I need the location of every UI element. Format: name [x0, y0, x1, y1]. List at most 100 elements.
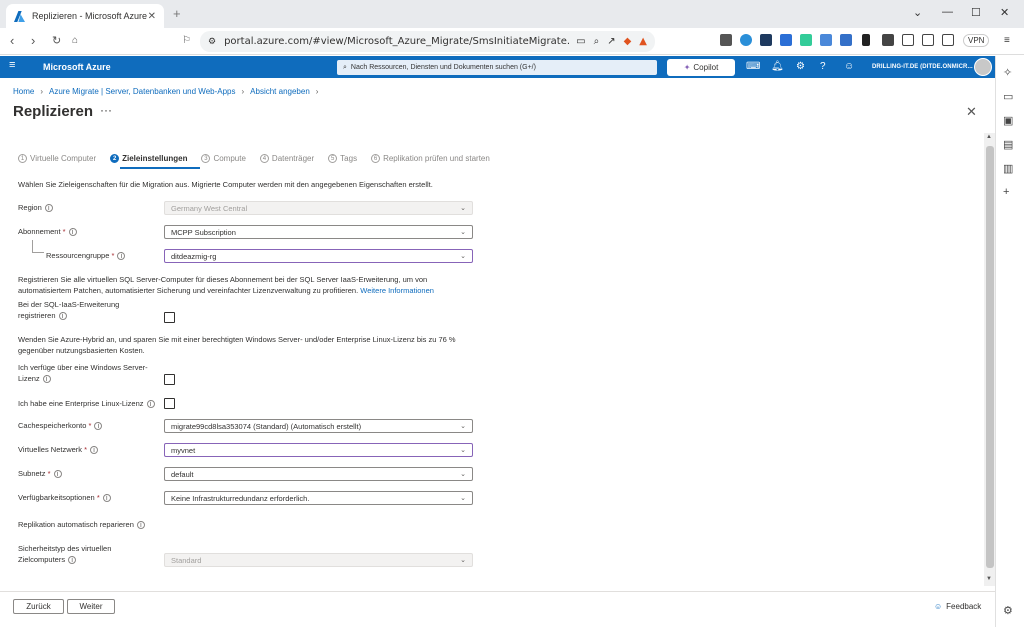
- tab-compute[interactable]: 3 Compute: [201, 154, 246, 163]
- info-icon[interactable]: i: [44, 204, 53, 212]
- sql-register-checkbox[interactable]: [164, 312, 175, 323]
- tab-list-icon[interactable]: ⌄: [913, 6, 922, 19]
- sidebar-media-icon[interactable]: ▭: [1003, 90, 1013, 103]
- info-icon[interactable]: i: [42, 375, 51, 383]
- breadcrumb-home[interactable]: Home: [13, 87, 34, 96]
- maximize-icon[interactable]: ☐: [971, 6, 981, 19]
- tree-line: [32, 252, 44, 253]
- back-button[interactable]: Zurück: [13, 599, 64, 614]
- site-info-icon[interactable]: ⚙: [208, 37, 216, 47]
- bookmark-icon[interactable]: ⚐: [182, 35, 191, 46]
- extension-icon-4[interactable]: [780, 34, 792, 46]
- tab-replikation-pruefen[interactable]: 6 Replikation prüfen und starten: [371, 154, 490, 163]
- reload-icon[interactable]: ↻: [52, 34, 61, 47]
- availability-select[interactable]: Keine Infrastrukturredundanz erforderlic…: [164, 491, 473, 505]
- info-icon[interactable]: i: [136, 521, 145, 529]
- back-icon[interactable]: ‹: [10, 33, 14, 48]
- security-type-select: Standard ⌄: [164, 553, 473, 567]
- subnet-select[interactable]: default ⌄: [164, 467, 473, 481]
- account-name[interactable]: DRILLING-IT.DE (DITDE.ONMICR...: [872, 64, 973, 70]
- extension-icon-7[interactable]: [840, 34, 852, 46]
- sidebar-bookmarks-icon[interactable]: ▤: [1003, 138, 1013, 151]
- global-search-input[interactable]: ⌕ Nach Ressourcen, Diensten und Dokument…: [337, 60, 657, 75]
- window-close-icon[interactable]: ✕: [1000, 6, 1009, 19]
- cloud-shell-icon[interactable]: ⌨: [746, 61, 760, 72]
- extension-icon-9[interactable]: [922, 34, 934, 46]
- subscription-select[interactable]: MCPP Subscription ⌄: [164, 225, 473, 239]
- info-icon[interactable]: i: [117, 252, 126, 260]
- reader-icon[interactable]: ▭: [576, 36, 585, 47]
- info-icon[interactable]: i: [146, 400, 155, 408]
- linux-license-checkbox[interactable]: [164, 398, 175, 409]
- extension-icon-6[interactable]: [820, 34, 832, 46]
- sidebar-ai-icon[interactable]: ✧: [1003, 66, 1012, 79]
- extension-icon-1[interactable]: [720, 34, 732, 46]
- close-tab-icon[interactable]: ✕: [148, 11, 156, 22]
- feedback-header-icon[interactable]: ☺: [844, 61, 854, 72]
- scroll-up-icon[interactable]: ▲: [986, 134, 992, 140]
- extension-icon-8[interactable]: [882, 34, 894, 46]
- menu-icon[interactable]: ≡: [1004, 35, 1010, 46]
- windows-license-label: Ich verfüge über eine Windows Server- Liz…: [18, 362, 148, 384]
- sidebar-add-icon[interactable]: +: [1003, 186, 1009, 198]
- info-icon[interactable]: i: [53, 470, 62, 478]
- vnet-select[interactable]: myvnet ⌄: [164, 443, 473, 457]
- new-tab-icon[interactable]: +: [173, 6, 181, 21]
- browser-tab[interactable]: Replizieren - Microsoft Azure ✕: [6, 4, 164, 28]
- scroll-down-icon[interactable]: ▼: [986, 576, 992, 582]
- extension-icon-2[interactable]: [740, 34, 752, 46]
- url-bar[interactable]: ⚙ portal.azure.com/#view/Microsoft_Azure…: [200, 31, 655, 52]
- next-button[interactable]: Weiter: [67, 599, 115, 614]
- info-icon[interactable]: i: [58, 312, 67, 320]
- minimize-icon[interactable]: —: [942, 6, 953, 18]
- avatar[interactable]: [974, 58, 992, 76]
- vpn-button[interactable]: VPN: [963, 34, 990, 47]
- brave-rewards-icon[interactable]: ▲: [639, 36, 647, 47]
- abo-value: MCPP Subscription: [171, 227, 236, 237]
- help-icon[interactable]: ?: [820, 61, 826, 72]
- feedback-link[interactable]: ☺ Feedback: [934, 602, 981, 611]
- home-icon[interactable]: ⌂: [72, 35, 78, 46]
- info-icon[interactable]: i: [94, 422, 103, 430]
- wallet-icon[interactable]: [942, 34, 954, 46]
- tab-tags[interactable]: 5 Tags: [328, 154, 357, 163]
- tab-title: Replizieren - Microsoft Azure: [32, 11, 148, 21]
- brave-shield-icon[interactable]: ◆: [624, 36, 632, 47]
- resource-group-select[interactable]: ditdeazmig-rg ⌄: [164, 249, 473, 263]
- info-icon[interactable]: i: [68, 556, 77, 564]
- tab-zieleinstellungen[interactable]: 2 Zieleinstellungen: [110, 154, 187, 163]
- cache-account-select[interactable]: migrate99cd8lsa353074 (Standard) (Automa…: [164, 419, 473, 433]
- step-label: Tags: [340, 154, 358, 163]
- portal-menu-icon[interactable]: ≡: [9, 59, 15, 71]
- linux-label-text: Ich habe eine Enterprise Linux-Lizenz: [18, 399, 144, 408]
- sidebar-reading-list-icon[interactable]: ▥: [1003, 162, 1013, 175]
- sidebar-wallet-icon[interactable]: ▣: [1003, 114, 1013, 127]
- zoom-icon[interactable]: ⌕: [594, 36, 600, 47]
- sidebar-toggle-icon[interactable]: [902, 34, 914, 46]
- extension-icon-3[interactable]: [760, 34, 772, 46]
- info-icon[interactable]: i: [68, 228, 77, 236]
- sidebar-settings-icon[interactable]: ⚙: [1003, 604, 1013, 617]
- more-info-link[interactable]: Weitere Informationen: [360, 286, 434, 295]
- rg-label: Ressourcengruppe * i: [46, 251, 126, 260]
- tab-virtuelle-computer[interactable]: 1 Virtuelle Computer: [18, 154, 96, 163]
- windows-license-checkbox[interactable]: [164, 374, 175, 385]
- close-blade-icon[interactable]: ✕: [966, 104, 977, 120]
- tree-line: [32, 240, 33, 252]
- extension-icon-5[interactable]: [800, 34, 812, 46]
- copilot-button[interactable]: ✦ Copilot: [667, 59, 735, 76]
- more-icon[interactable]: ···: [100, 103, 112, 117]
- notifications-icon[interactable]: 🔔︎: [771, 61, 784, 72]
- tab-datentraeger[interactable]: 4 Datenträger: [259, 154, 314, 163]
- breadcrumb-azure-migrate[interactable]: Azure Migrate | Server, Datenbanken und …: [49, 87, 235, 96]
- lock-ext-icon[interactable]: [862, 34, 870, 46]
- info-icon[interactable]: i: [90, 446, 99, 454]
- info-icon[interactable]: i: [102, 494, 111, 502]
- scrollbar-thumb[interactable]: [986, 146, 994, 568]
- vnet-label: Virtuelles Netzwerk * i: [18, 445, 99, 454]
- share-icon[interactable]: ↗: [607, 36, 615, 47]
- azure-brand[interactable]: Microsoft Azure: [43, 62, 111, 72]
- breadcrumb-absicht[interactable]: Absicht angeben: [250, 87, 310, 96]
- forward-icon[interactable]: ›: [31, 33, 35, 48]
- settings-icon[interactable]: ⚙: [796, 61, 805, 72]
